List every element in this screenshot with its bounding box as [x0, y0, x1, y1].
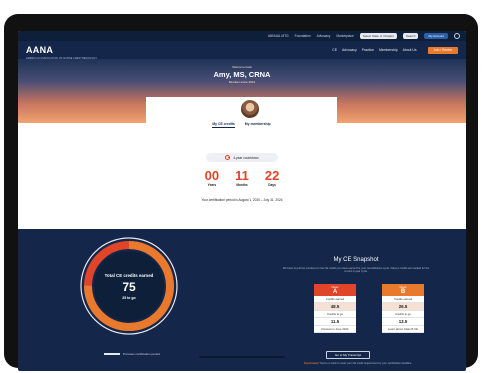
go-to-transcript-button[interactable]: Go to My Transcript: [326, 351, 370, 359]
tab-my-ce-credits[interactable]: My CE credits: [212, 122, 235, 128]
utility-link-marketplace[interactable]: Marketplace: [336, 34, 353, 38]
countdown-months: 11 Months: [235, 169, 249, 187]
donut-legend: Previous certification period: [104, 352, 160, 356]
class-b-earned-label: Credits earned: [382, 296, 424, 303]
member-name: Amy, MS, CRNA: [213, 70, 271, 79]
countdown-years: 00 Years: [205, 169, 219, 187]
logo-text: AANA: [26, 45, 54, 55]
class-a-togo-label: Credits to go: [314, 311, 356, 318]
utility-link-advocacy[interactable]: Advocacy: [317, 34, 331, 38]
profile-tabs: My CE credits My membership: [146, 122, 337, 128]
main-nav: AANA AMERICAN ASSOCIATION OF NURSE ANEST…: [18, 40, 466, 61]
join-renew-button[interactable]: Join / Renew: [427, 46, 458, 54]
tab-my-membership[interactable]: My membership: [245, 122, 271, 128]
countdown-units: 00 Years 11 Months 22 Days: [18, 169, 466, 187]
countdown-section: 4-year countdown 00 Years 11 Months 22 D…: [18, 131, 466, 229]
utility-link-annual-mtg[interactable]: ANNUAL MTG: [268, 34, 289, 38]
tablet-frame: ANNUAL MTG Foundation Advocacy Marketpla…: [4, 14, 478, 371]
class-b-header: Class B: [382, 284, 424, 296]
hero-welcome: Welcome back: [232, 65, 252, 69]
ce-summary-section: Total CE credits earned 75 25 to go Prev…: [18, 229, 466, 371]
class-a-togo-value: 11.5: [314, 318, 356, 326]
countdown-months-label: Months: [236, 183, 248, 187]
class-a-header: Class A: [314, 284, 356, 296]
class-b-card: Class B Credits earned 26.5 Credits to g…: [382, 284, 424, 333]
class-a-card: Class A Credits earned 48.5 Credits to g…: [314, 284, 356, 333]
chapter-select[interactable]: Select State or Chapter: [359, 33, 397, 39]
logo[interactable]: AANA AMERICAN ASSOCIATION OF NURSE ANEST…: [26, 40, 97, 61]
search-input[interactable]: Search: [402, 33, 419, 39]
donut-center: Total CE credits earned 75 25 to go: [88, 245, 170, 327]
countdown-years-label: Years: [207, 183, 217, 187]
class-a-earned-value: 48.5: [314, 303, 356, 311]
countdown-pill-label: 4-year countdown: [233, 155, 259, 160]
nav-item-practice[interactable]: Practice: [362, 48, 374, 52]
nav-item-ce[interactable]: CE: [332, 48, 337, 52]
nav-item-advocacy[interactable]: Advocacy: [342, 48, 357, 52]
snapshot-title: My CE Snapshot: [333, 257, 379, 263]
snapshot-description: We have to pull the numbers for the CE c…: [282, 267, 430, 274]
certification-period-note: Your certification period is August 1, 2…: [201, 198, 283, 202]
nav-item-about-us[interactable]: About Us: [403, 48, 417, 52]
countdown-pill: 4-year countdown: [206, 153, 278, 162]
class-b-letter: B: [400, 289, 406, 295]
screen: ANNUAL MTG Foundation Advocacy Marketpla…: [18, 31, 466, 371]
nav-item-membership[interactable]: Membership: [379, 48, 398, 52]
countdown-days-label: Days: [268, 183, 276, 187]
nav-menu: CE Advocacy Practice Membership About Us…: [332, 46, 458, 54]
class-a-earned-label: Credits earned: [314, 296, 356, 303]
donut-label: Total CE credits earned: [104, 273, 154, 278]
class-b-togo-value: 13.5: [382, 318, 424, 326]
my-account-button[interactable]: My Account: [424, 33, 448, 39]
avatar: [240, 99, 260, 119]
snapshot-note-prefix: Good news!: [303, 362, 319, 365]
donut-to-go: 25 to go: [122, 296, 136, 300]
countdown-years-value: 00: [204, 168, 220, 183]
class-a-letter: A: [332, 289, 338, 295]
countdown-days-value: 22: [264, 168, 280, 183]
class-a-footer[interactable]: Renews in June 2024: [314, 326, 356, 333]
utility-link-foundation[interactable]: Foundation: [295, 34, 311, 38]
search-icon[interactable]: [454, 33, 460, 39]
countdown-months-value: 11: [235, 168, 249, 183]
legend-swatch: [104, 353, 120, 355]
snapshot-note: Good news! You’re on track to meet your …: [280, 362, 436, 365]
donut-value: 75: [122, 280, 136, 294]
snapshot-note-text: You’re on track to meet your CE credit r…: [319, 362, 413, 365]
class-b-togo-label: Credits to go: [382, 311, 424, 318]
countdown-days: 22 Days: [265, 169, 279, 187]
member-role: Member since 2012: [228, 80, 256, 84]
legend-label: Previous certification period: [123, 352, 160, 356]
class-b-earned-value: 26.5: [382, 303, 424, 311]
home-indicator: [199, 356, 285, 358]
class-b-footer[interactable]: Learn about Class B CE: [382, 326, 424, 333]
clock-icon: [225, 155, 231, 160]
